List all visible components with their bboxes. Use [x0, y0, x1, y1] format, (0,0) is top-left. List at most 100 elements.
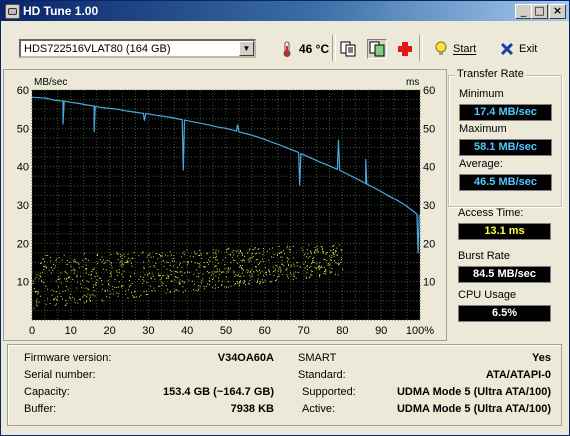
exit-button[interactable]: Exit — [499, 38, 537, 60]
access-time-point — [257, 274, 259, 276]
access-time-point — [277, 254, 279, 256]
access-time-point — [321, 266, 323, 268]
standard-value: ATA/ATAPI-0 — [485, 369, 551, 381]
access-time-point — [142, 279, 144, 281]
access-time-point — [333, 248, 335, 250]
access-time-point — [183, 282, 185, 284]
access-time-point — [310, 250, 312, 252]
access-time-point — [235, 274, 237, 276]
access-time-point — [103, 259, 105, 261]
access-time-point — [133, 252, 135, 254]
maximize-button[interactable]: □ — [531, 4, 548, 19]
access-time-point — [127, 262, 129, 264]
access-time-point — [174, 289, 176, 291]
access-time-point — [218, 280, 220, 282]
access-time-point — [272, 256, 274, 258]
access-time-point — [179, 283, 181, 285]
access-time-point — [96, 279, 98, 281]
access-time-point — [203, 288, 205, 290]
access-time-point — [226, 286, 228, 288]
access-time-point — [283, 250, 285, 252]
access-time-point — [109, 297, 111, 299]
access-time-point — [39, 272, 41, 274]
access-time-point — [93, 290, 95, 292]
access-time-point — [116, 292, 118, 294]
access-time-point — [227, 267, 229, 269]
access-time-point — [116, 286, 118, 288]
access-time-point — [58, 286, 60, 288]
access-time-point — [228, 269, 230, 271]
access-time-point — [64, 278, 66, 280]
access-time-point — [49, 303, 51, 305]
access-time-point — [266, 250, 268, 252]
access-time-point — [312, 258, 314, 260]
access-time-point — [80, 283, 82, 285]
access-time-point — [288, 248, 290, 250]
access-time-point — [172, 265, 174, 267]
start-button[interactable]: Start — [433, 38, 476, 60]
access-time-point — [110, 276, 112, 278]
y-tick-label-right: 60 — [423, 85, 435, 97]
access-time-point — [251, 275, 253, 277]
access-time-point — [265, 274, 267, 276]
access-time-point — [45, 265, 47, 267]
save-screenshot-icon[interactable] — [367, 39, 387, 59]
access-time-point — [158, 285, 160, 287]
minimize-button[interactable]: _ — [515, 4, 532, 19]
access-time-point — [249, 259, 251, 261]
access-time-point — [257, 248, 259, 250]
access-time-point — [101, 256, 103, 258]
access-time-point — [248, 249, 250, 251]
access-time-point — [214, 287, 216, 289]
access-time-point — [143, 268, 145, 270]
access-time-point — [259, 280, 261, 282]
access-time-point — [268, 259, 270, 261]
access-time-point — [91, 273, 93, 275]
access-time-point — [220, 284, 222, 286]
access-time-point — [237, 250, 239, 252]
access-time-point — [120, 261, 122, 263]
access-time-point — [89, 296, 91, 298]
access-time-point — [104, 289, 106, 291]
access-time-point — [176, 266, 178, 268]
access-time-point — [262, 247, 264, 249]
access-time-point — [340, 249, 342, 251]
access-time-point — [169, 264, 171, 266]
access-time-point — [196, 269, 198, 271]
access-time-point — [171, 260, 173, 262]
chevron-down-icon[interactable]: ▼ — [239, 41, 254, 56]
access-time-point — [284, 253, 286, 255]
access-time-point — [90, 278, 92, 280]
access-time-point — [307, 253, 309, 255]
access-time-point — [55, 260, 57, 262]
access-time-point — [69, 296, 71, 298]
access-time-point — [88, 274, 90, 276]
access-time-point — [212, 277, 214, 279]
access-time-point — [328, 264, 330, 266]
drive-info-panel: Firmware version: V34OA60A Serial number… — [7, 344, 562, 426]
access-time-point — [203, 266, 205, 268]
drive-select[interactable]: HDS722516VLAT80 (164 GB) ▼ — [19, 39, 256, 58]
access-time-point — [124, 256, 126, 258]
access-time-point — [161, 284, 163, 286]
access-time-point — [121, 265, 123, 267]
access-time-point — [338, 244, 340, 246]
access-time-point — [67, 276, 69, 278]
copy-icon[interactable] — [340, 41, 356, 57]
access-time-point — [78, 262, 80, 264]
health-cross-icon[interactable] — [397, 41, 413, 57]
access-time-point — [50, 260, 52, 262]
access-time-point — [238, 274, 240, 276]
access-time-point — [171, 280, 173, 282]
access-time-point — [215, 255, 217, 257]
x-tick-label: 0 — [29, 325, 35, 337]
access-time-point — [187, 261, 189, 263]
access-time-point — [66, 273, 68, 275]
access-time-point — [63, 254, 65, 256]
transfer-rate-group: Transfer Rate Minimum 17.4 MB/sec Maximu… — [448, 68, 562, 207]
access-time-point — [152, 275, 154, 277]
close-button[interactable]: × — [549, 4, 566, 19]
access-time-point — [290, 266, 292, 268]
access-time-point — [252, 248, 254, 250]
access-time-point — [92, 294, 94, 296]
